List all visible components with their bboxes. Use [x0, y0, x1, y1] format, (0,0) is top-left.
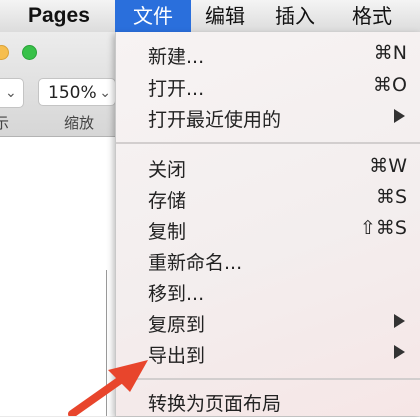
- file-menu: 新建... ⌘N 打开... ⌘O 打开最近使用的 关闭 ⌘W 存储 ⌘S 复制…: [115, 32, 420, 416]
- menu-item-save[interactable]: 存储 ⌘S: [116, 184, 420, 214]
- chevron-down-icon: ⌄: [5, 85, 17, 101]
- chevron-down-icon: ⌄: [99, 85, 111, 101]
- shortcut-label: ⌘W: [369, 155, 407, 177]
- fullscreen-button[interactable]: [22, 45, 37, 60]
- submenu-arrow-icon: [394, 345, 405, 359]
- menu-item-open[interactable]: 打开... ⌘O: [116, 72, 420, 102]
- zoom-label: 缩放: [64, 114, 95, 132]
- shortcut-label: ⌘O: [373, 74, 407, 96]
- document-canvas[interactable]: [0, 137, 118, 416]
- zoom-value: 150%: [48, 83, 97, 103]
- submenu-arrow-icon: [394, 314, 405, 328]
- menu-item-rename[interactable]: 重新命名...: [116, 246, 420, 276]
- menu-bar: Pages 文件 编辑 插入 格式: [0, 0, 420, 33]
- menu-item-move-to[interactable]: 移到...: [116, 277, 420, 307]
- menu-item-export-to[interactable]: 导出到: [116, 339, 420, 369]
- menu-separator: [116, 142, 420, 144]
- submenu-arrow-icon: [394, 109, 405, 123]
- menu-edit[interactable]: 编辑: [205, 0, 245, 32]
- zoom-popup-button[interactable]: 150% ⌄: [38, 78, 116, 106]
- window-toolbar: ⌄ 150% ⌄ 示 缩放: [0, 32, 118, 137]
- view-popup-button[interactable]: ⌄: [0, 78, 24, 108]
- shortcut-label: ⌘S: [375, 186, 407, 208]
- shortcut-label: ⌘N: [373, 42, 407, 64]
- menu-item-new[interactable]: 新建... ⌘N: [116, 40, 420, 70]
- page-edge-line: [106, 270, 107, 416]
- menu-item-convert-to-page-layout[interactable]: 转换为页面布局: [116, 387, 420, 417]
- menu-item-duplicate[interactable]: 复制 ⇧⌘S: [116, 215, 420, 245]
- minimize-button[interactable]: [0, 45, 9, 60]
- shortcut-label: ⇧⌘S: [360, 217, 407, 239]
- menu-item-open-recent[interactable]: 打开最近使用的: [116, 103, 420, 133]
- menu-separator: [116, 378, 420, 380]
- menu-format[interactable]: 格式: [352, 0, 392, 32]
- view-label: 示: [0, 114, 10, 132]
- menu-item-close[interactable]: 关闭 ⌘W: [116, 153, 420, 183]
- menu-item-revert-to[interactable]: 复原到: [116, 308, 420, 338]
- menu-file[interactable]: 文件: [115, 0, 191, 32]
- menu-app-pages[interactable]: Pages: [28, 0, 90, 32]
- menu-insert[interactable]: 插入: [275, 0, 315, 32]
- document-window: ⌄ 150% ⌄ 示 缩放: [0, 32, 118, 416]
